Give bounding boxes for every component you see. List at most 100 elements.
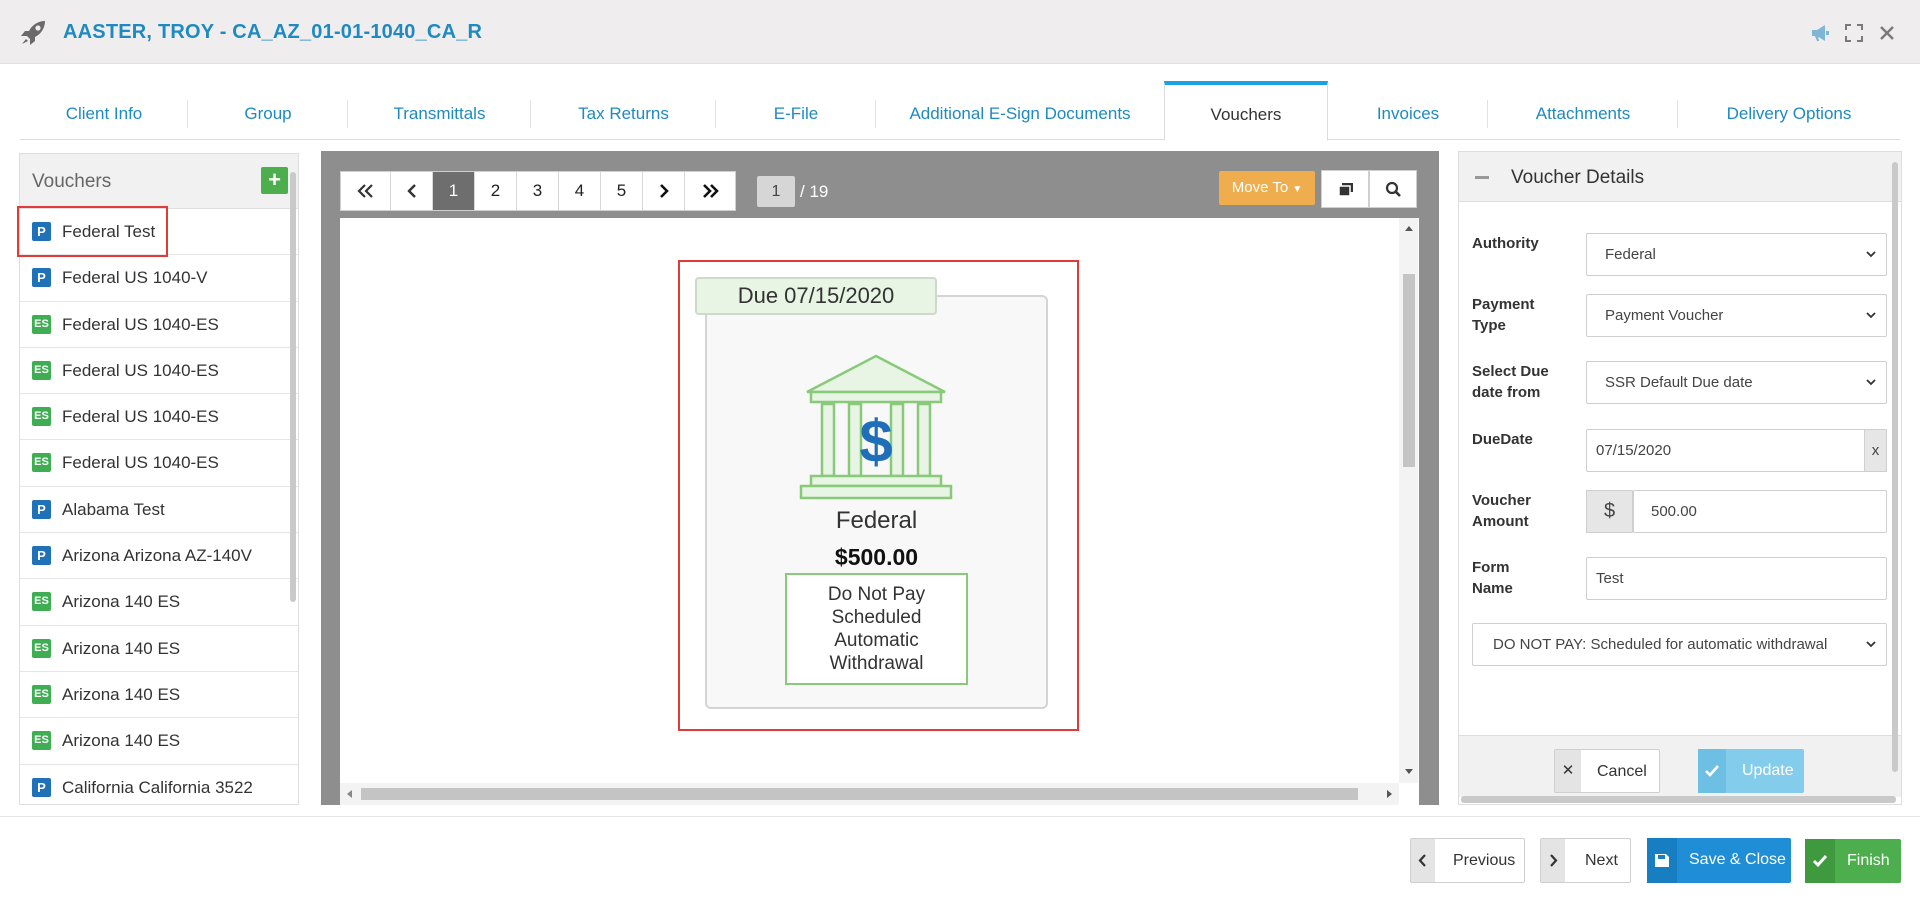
chevron-down-icon xyxy=(1866,312,1876,319)
voucher-list-item-label: Federal US 1040-ES xyxy=(62,407,219,427)
voucher-list-item-label: Arizona 140 ES xyxy=(62,684,181,704)
voucher-list-item[interactable]: P Arizona Arizona AZ-140V xyxy=(20,533,298,580)
expand-icon[interactable] xyxy=(1843,22,1865,44)
next-button[interactable]: Next xyxy=(1540,838,1631,883)
estimated-payment-badge-icon: ES xyxy=(32,360,51,380)
voucher-list-item[interactable]: ES Federal US 1040-ES xyxy=(20,394,298,441)
voucher-note: Do Not Pay Scheduled Automatic Withdrawa… xyxy=(785,573,968,685)
payment-badge-icon: P xyxy=(32,777,51,797)
estimated-payment-badge-icon: ES xyxy=(32,684,51,704)
estimated-payment-badge-icon: ES xyxy=(32,592,51,612)
payment-type-label: Payment Type xyxy=(1472,296,1535,334)
due-date-label: DueDate xyxy=(1472,431,1533,448)
tab-additional-e-sign-documents[interactable]: Additional E-Sign Documents xyxy=(876,82,1164,140)
voucher-list-item[interactable]: P Federal US 1040-V xyxy=(20,255,298,302)
voucher-instruction-value: DO NOT PAY: Scheduled for automatic with… xyxy=(1493,636,1828,653)
estimated-payment-badge-icon: ES xyxy=(32,314,51,334)
prev-page-button[interactable] xyxy=(391,172,433,210)
voucher-list-item[interactable]: ES Federal US 1040-ES xyxy=(20,302,298,348)
cancel-button[interactable]: ✕ Cancel xyxy=(1554,749,1660,793)
tab-invoices[interactable]: Invoices xyxy=(1328,82,1488,140)
voucher-list-item-label: Arizona 140 ES xyxy=(62,731,181,751)
collapse-icon[interactable] xyxy=(1475,176,1489,179)
voucher-instruction-select[interactable]: DO NOT PAY: Scheduled for automatic with… xyxy=(1472,623,1887,666)
page-button-2[interactable]: 2 xyxy=(475,172,517,210)
svg-text:$: $ xyxy=(859,408,892,475)
voucher-amount-label: Voucher Amount xyxy=(1472,492,1531,530)
vouchers-scrollbar[interactable] xyxy=(290,172,296,602)
voucher-list: P Federal Test P Federal US 1040-V ES Federal… xyxy=(20,209,298,804)
voucher-amount-input[interactable]: 500.00 xyxy=(1633,490,1887,533)
form-name-label: Form Name xyxy=(1472,559,1513,597)
save-and-close-button[interactable]: Save & Close xyxy=(1647,838,1791,883)
update-label: Update xyxy=(1742,762,1794,779)
vouchers-panel-title: Vouchers xyxy=(32,171,112,192)
add-voucher-button[interactable]: + xyxy=(261,167,288,194)
next-page-button[interactable] xyxy=(643,172,685,210)
move-to-button[interactable]: Move To ▼ xyxy=(1219,171,1315,205)
authority-select[interactable]: Federal xyxy=(1586,233,1887,276)
voucher-list-item-label: Federal US 1040-ES xyxy=(62,314,219,334)
authority-value: Federal xyxy=(1605,246,1656,263)
estimated-payment-badge-icon: ES xyxy=(32,638,51,658)
move-to-label: Move To xyxy=(1231,179,1289,196)
caret-down-icon: ▼ xyxy=(1292,184,1303,195)
tab-client-info[interactable]: Client Info xyxy=(20,82,188,140)
double-chevron-left-icon xyxy=(356,184,373,198)
voucher-list-item-label: Arizona 140 ES xyxy=(62,638,181,658)
estimated-payment-badge-icon: ES xyxy=(32,731,51,751)
details-vertical-scrollbar[interactable] xyxy=(1892,162,1898,772)
current-page-input[interactable]: 1 xyxy=(757,176,795,207)
search-button[interactable] xyxy=(1369,170,1417,208)
finish-button[interactable]: Finish xyxy=(1805,839,1901,883)
tab-e-file[interactable]: E-File xyxy=(716,82,876,140)
tab-delivery-options[interactable]: Delivery Options xyxy=(1678,82,1900,140)
note-line: Do Not Pay xyxy=(827,584,926,605)
clear-due-date-button[interactable]: x xyxy=(1864,429,1887,472)
voucher-list-item[interactable]: ES Federal US 1040-ES xyxy=(20,440,298,487)
tab-tax-returns[interactable]: Tax Returns xyxy=(531,82,716,140)
voucher-list-item[interactable]: P California California 3522 xyxy=(20,765,298,804)
viewer-horizontal-scroll-thumb[interactable] xyxy=(361,788,1358,800)
voucher-list-item[interactable]: ES Arizona 140 ES xyxy=(20,672,298,719)
checkmark-icon xyxy=(1698,749,1726,793)
form-name-input[interactable]: Test xyxy=(1586,557,1887,600)
voucher-list-item[interactable]: P Alabama Test xyxy=(20,487,298,534)
voucher-list-item-label: Arizona Arizona AZ-140V xyxy=(62,546,252,566)
tab-transmittals[interactable]: Transmittals xyxy=(348,82,531,140)
chevron-down-icon xyxy=(1866,251,1876,258)
previous-button[interactable]: Previous xyxy=(1410,838,1525,883)
details-horizontal-scrollbar[interactable] xyxy=(1461,796,1896,803)
close-icon: ✕ xyxy=(1555,750,1581,792)
voucher-authority: Federal xyxy=(835,507,918,534)
page-button-5[interactable]: 5 xyxy=(601,172,643,210)
page-button-1[interactable]: 1 xyxy=(433,172,475,210)
viewer-vertical-scroll-thumb[interactable] xyxy=(1403,274,1415,467)
payment-type-select[interactable]: Payment Voucher xyxy=(1586,294,1887,337)
note-line: Automatic xyxy=(834,630,919,651)
save-icon xyxy=(1647,838,1677,883)
voucher-list-item-label: Federal US 1040-ES xyxy=(62,453,219,473)
tab-group[interactable]: Group xyxy=(188,82,348,140)
close-icon[interactable] xyxy=(1876,22,1898,44)
authority-label: Authority xyxy=(1472,235,1539,252)
voucher-list-item[interactable]: ES Arizona 140 ES xyxy=(20,626,298,672)
page-button-4[interactable]: 4 xyxy=(559,172,601,210)
voucher-list-item[interactable]: ES Arizona 140 ES xyxy=(20,718,298,765)
finish-label: Finish xyxy=(1847,852,1890,869)
tab-attachments[interactable]: Attachments xyxy=(1488,82,1678,140)
due-date-from-label: Select Due date from xyxy=(1472,363,1549,401)
megaphone-icon[interactable] xyxy=(1809,22,1831,44)
last-page-button[interactable] xyxy=(685,172,735,210)
update-button[interactable]: Update xyxy=(1698,749,1804,793)
tab-vouchers[interactable]: Vouchers xyxy=(1164,81,1328,141)
copy-button[interactable] xyxy=(1321,170,1369,208)
voucher-list-item[interactable]: ES Arizona 140 ES xyxy=(20,579,298,626)
due-date-input[interactable]: 07/15/2020 xyxy=(1586,429,1866,472)
first-page-button[interactable] xyxy=(341,172,391,210)
pagination: 1 2 3 4 5 xyxy=(340,171,736,211)
due-date-from-select[interactable]: SSR Default Due date xyxy=(1586,361,1887,404)
page-button-3[interactable]: 3 xyxy=(517,172,559,210)
voucher-list-item[interactable]: ES Federal US 1040-ES xyxy=(20,348,298,395)
voucher-list-item-label: Alabama Test xyxy=(62,499,165,519)
